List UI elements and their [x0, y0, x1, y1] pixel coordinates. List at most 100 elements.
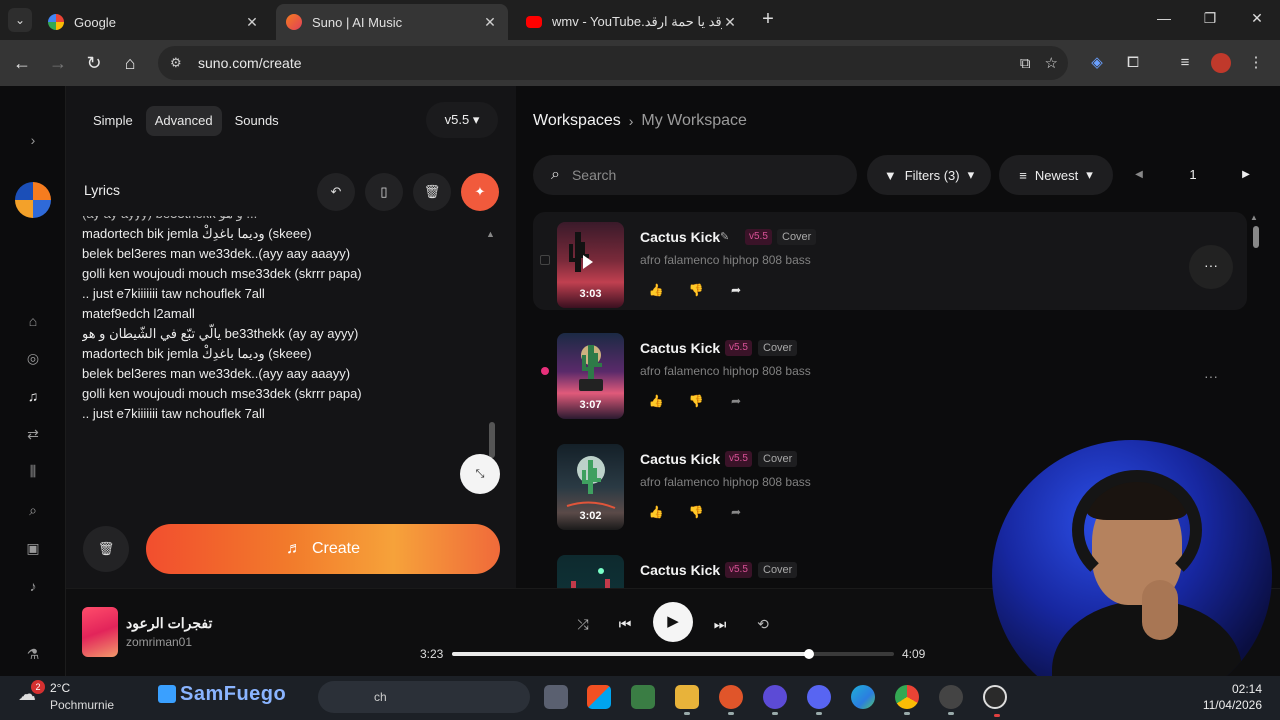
- clear-all-button[interactable]: 🗑: [83, 526, 129, 572]
- create-icon[interactable]: ♫: [22, 385, 44, 407]
- calculator-icon[interactable]: [631, 685, 655, 709]
- dislike-icon[interactable]: 👎: [684, 500, 708, 524]
- extensions-puzzle-icon[interactable]: ⧠: [1122, 52, 1144, 74]
- extension-shield-icon[interactable]: ◈: [1086, 52, 1108, 74]
- app-circle-icon[interactable]: [763, 685, 787, 715]
- lyrics-textarea[interactable]: (ay ay ayyy) be33thekk و هو ... madortec…: [82, 216, 482, 436]
- seek-bar[interactable]: [452, 649, 894, 659]
- explore-icon[interactable]: ◎: [22, 347, 44, 369]
- model-version-select[interactable]: v5.5 ▾: [426, 102, 498, 138]
- song-cover-art[interactable]: 3:07: [557, 333, 624, 419]
- tab-suno[interactable]: Suno | AI Music ✕: [276, 4, 508, 40]
- remix-icon[interactable]: ⇄: [22, 423, 44, 445]
- site-info-icon[interactable]: ⚙: [170, 55, 186, 71]
- taskbar-search[interactable]: ch: [318, 681, 530, 713]
- filters-button[interactable]: ▼ Filters (3) ▾: [867, 155, 991, 195]
- suno-logo[interactable]: [15, 182, 51, 218]
- like-icon[interactable]: 👍: [644, 500, 668, 524]
- workspace-scrollbar[interactable]: [1253, 226, 1259, 248]
- dislike-icon[interactable]: 👎: [684, 389, 708, 413]
- hooks-icon[interactable]: ▣: [22, 537, 44, 559]
- share-icon[interactable]: ➦: [724, 389, 748, 413]
- tab-search-button[interactable]: ⌄: [8, 8, 32, 32]
- breadcrumb-my-workspace[interactable]: My Workspace: [641, 112, 747, 130]
- home-icon[interactable]: ⌂: [22, 310, 44, 332]
- restore-icon[interactable]: ❐: [1200, 10, 1220, 27]
- file-explorer-icon[interactable]: [675, 685, 699, 715]
- clear-lyrics-button[interactable]: 🗑: [413, 173, 451, 211]
- shuffle-icon[interactable]: ⤮: [571, 612, 595, 636]
- song-title[interactable]: Cactus Kick: [640, 451, 720, 467]
- install-app-icon[interactable]: ⧉: [1020, 55, 1031, 72]
- weather-condition[interactable]: Pochmurnie: [50, 698, 114, 712]
- like-icon[interactable]: 👍: [644, 389, 668, 413]
- media-player-icon[interactable]: [939, 685, 963, 715]
- song-cover-art[interactable]: 3:03: [557, 222, 624, 308]
- search-icon[interactable]: ⌕: [22, 499, 44, 521]
- chevron-right-icon[interactable]: ›: [22, 129, 44, 151]
- tab-close-icon[interactable]: ✕: [482, 14, 498, 31]
- generate-lyrics-button[interactable]: ✦: [461, 173, 499, 211]
- seek-handle[interactable]: [804, 649, 815, 659]
- reload-icon[interactable]: ↻: [83, 52, 105, 74]
- previous-track-icon[interactable]: ⏮: [613, 612, 637, 636]
- play-button[interactable]: ▶: [653, 602, 693, 642]
- more-options-button[interactable]: ···: [1189, 356, 1233, 400]
- save-lyrics-button[interactable]: ▯: [365, 173, 403, 211]
- tab-youtube[interactable]: wmv - YouTube.ارقد يا حمة ارقد ✕: [516, 4, 748, 40]
- lyrics-scrollbar[interactable]: [489, 422, 495, 458]
- song-row[interactable]: 3:03 Cactus Kick ✎ v5.5 Cover afro falam…: [533, 212, 1247, 310]
- next-page-icon[interactable]: ▶: [1228, 155, 1264, 195]
- profile-avatar[interactable]: [1210, 52, 1232, 74]
- back-icon[interactable]: ←: [11, 52, 33, 74]
- collapse-lyrics-button[interactable]: ⤡: [460, 454, 500, 494]
- dislike-icon[interactable]: 👎: [684, 278, 708, 302]
- new-tab-button[interactable]: +: [758, 9, 778, 31]
- tab-advanced[interactable]: Advanced: [145, 106, 222, 136]
- like-icon[interactable]: 👍: [644, 278, 668, 302]
- discord-icon[interactable]: [807, 685, 831, 715]
- workspace-scroll-up-icon[interactable]: ▲: [1250, 213, 1258, 222]
- notifications-icon[interactable]: ♪: [22, 575, 44, 597]
- store-icon[interactable]: [587, 685, 611, 709]
- library-icon[interactable]: ⫼: [22, 460, 44, 482]
- song-row[interactable]: 3:07 Cactus Kick v5.5 Cover afro falamen…: [533, 323, 1247, 421]
- tab-close-icon[interactable]: ✕: [244, 14, 260, 31]
- browser-menu-icon[interactable]: ⋮: [1245, 52, 1267, 74]
- next-track-icon[interactable]: ⏭: [708, 612, 732, 636]
- workspace-search[interactable]: ⌕ Search: [533, 155, 857, 195]
- weather-temperature[interactable]: 2°C: [50, 681, 70, 695]
- edit-pencil-icon[interactable]: ✎: [720, 230, 729, 243]
- forward-icon[interactable]: →: [47, 52, 69, 74]
- brave-icon[interactable]: [719, 685, 743, 715]
- clock-time[interactable]: 02:14: [1200, 682, 1262, 696]
- lyrics-scroll-up-icon[interactable]: ▲: [486, 229, 495, 239]
- select-checkbox[interactable]: [540, 255, 550, 265]
- song-title[interactable]: Cactus Kick: [640, 562, 720, 578]
- share-icon[interactable]: ➦: [724, 278, 748, 302]
- minimize-icon[interactable]: —: [1154, 10, 1174, 26]
- share-icon[interactable]: ➦: [724, 500, 748, 524]
- edge-icon[interactable]: [851, 685, 875, 709]
- tab-simple[interactable]: Simple: [84, 106, 142, 136]
- obs-icon[interactable]: [983, 685, 1007, 717]
- repeat-icon[interactable]: ⟲: [751, 612, 775, 636]
- song-title[interactable]: Cactus Kick: [640, 340, 720, 356]
- sort-button[interactable]: ≡ Newest ▾: [999, 155, 1113, 195]
- home-icon[interactable]: ⌂: [119, 52, 141, 74]
- clock-date[interactable]: 11/04/2026: [1194, 698, 1262, 712]
- window-close-icon[interactable]: ✕: [1247, 10, 1267, 27]
- tab-google[interactable]: Google ✕: [38, 4, 270, 40]
- bookmark-star-icon[interactable]: ☆: [1045, 54, 1058, 72]
- task-view-icon[interactable]: [544, 685, 568, 709]
- song-cover-art[interactable]: 3:02: [557, 444, 624, 530]
- labs-icon[interactable]: ⚗: [22, 643, 44, 665]
- now-playing-artist[interactable]: zomriman01: [126, 635, 192, 649]
- prev-page-icon[interactable]: ◀: [1121, 155, 1157, 195]
- chrome-icon[interactable]: [895, 685, 919, 715]
- more-options-button[interactable]: ···: [1189, 245, 1233, 289]
- page-number[interactable]: 1: [1173, 155, 1213, 195]
- now-playing-title[interactable]: تفجرات الرعود: [126, 615, 212, 632]
- media-controls-icon[interactable]: ≡: [1174, 52, 1196, 74]
- now-playing-art[interactable]: [82, 607, 118, 657]
